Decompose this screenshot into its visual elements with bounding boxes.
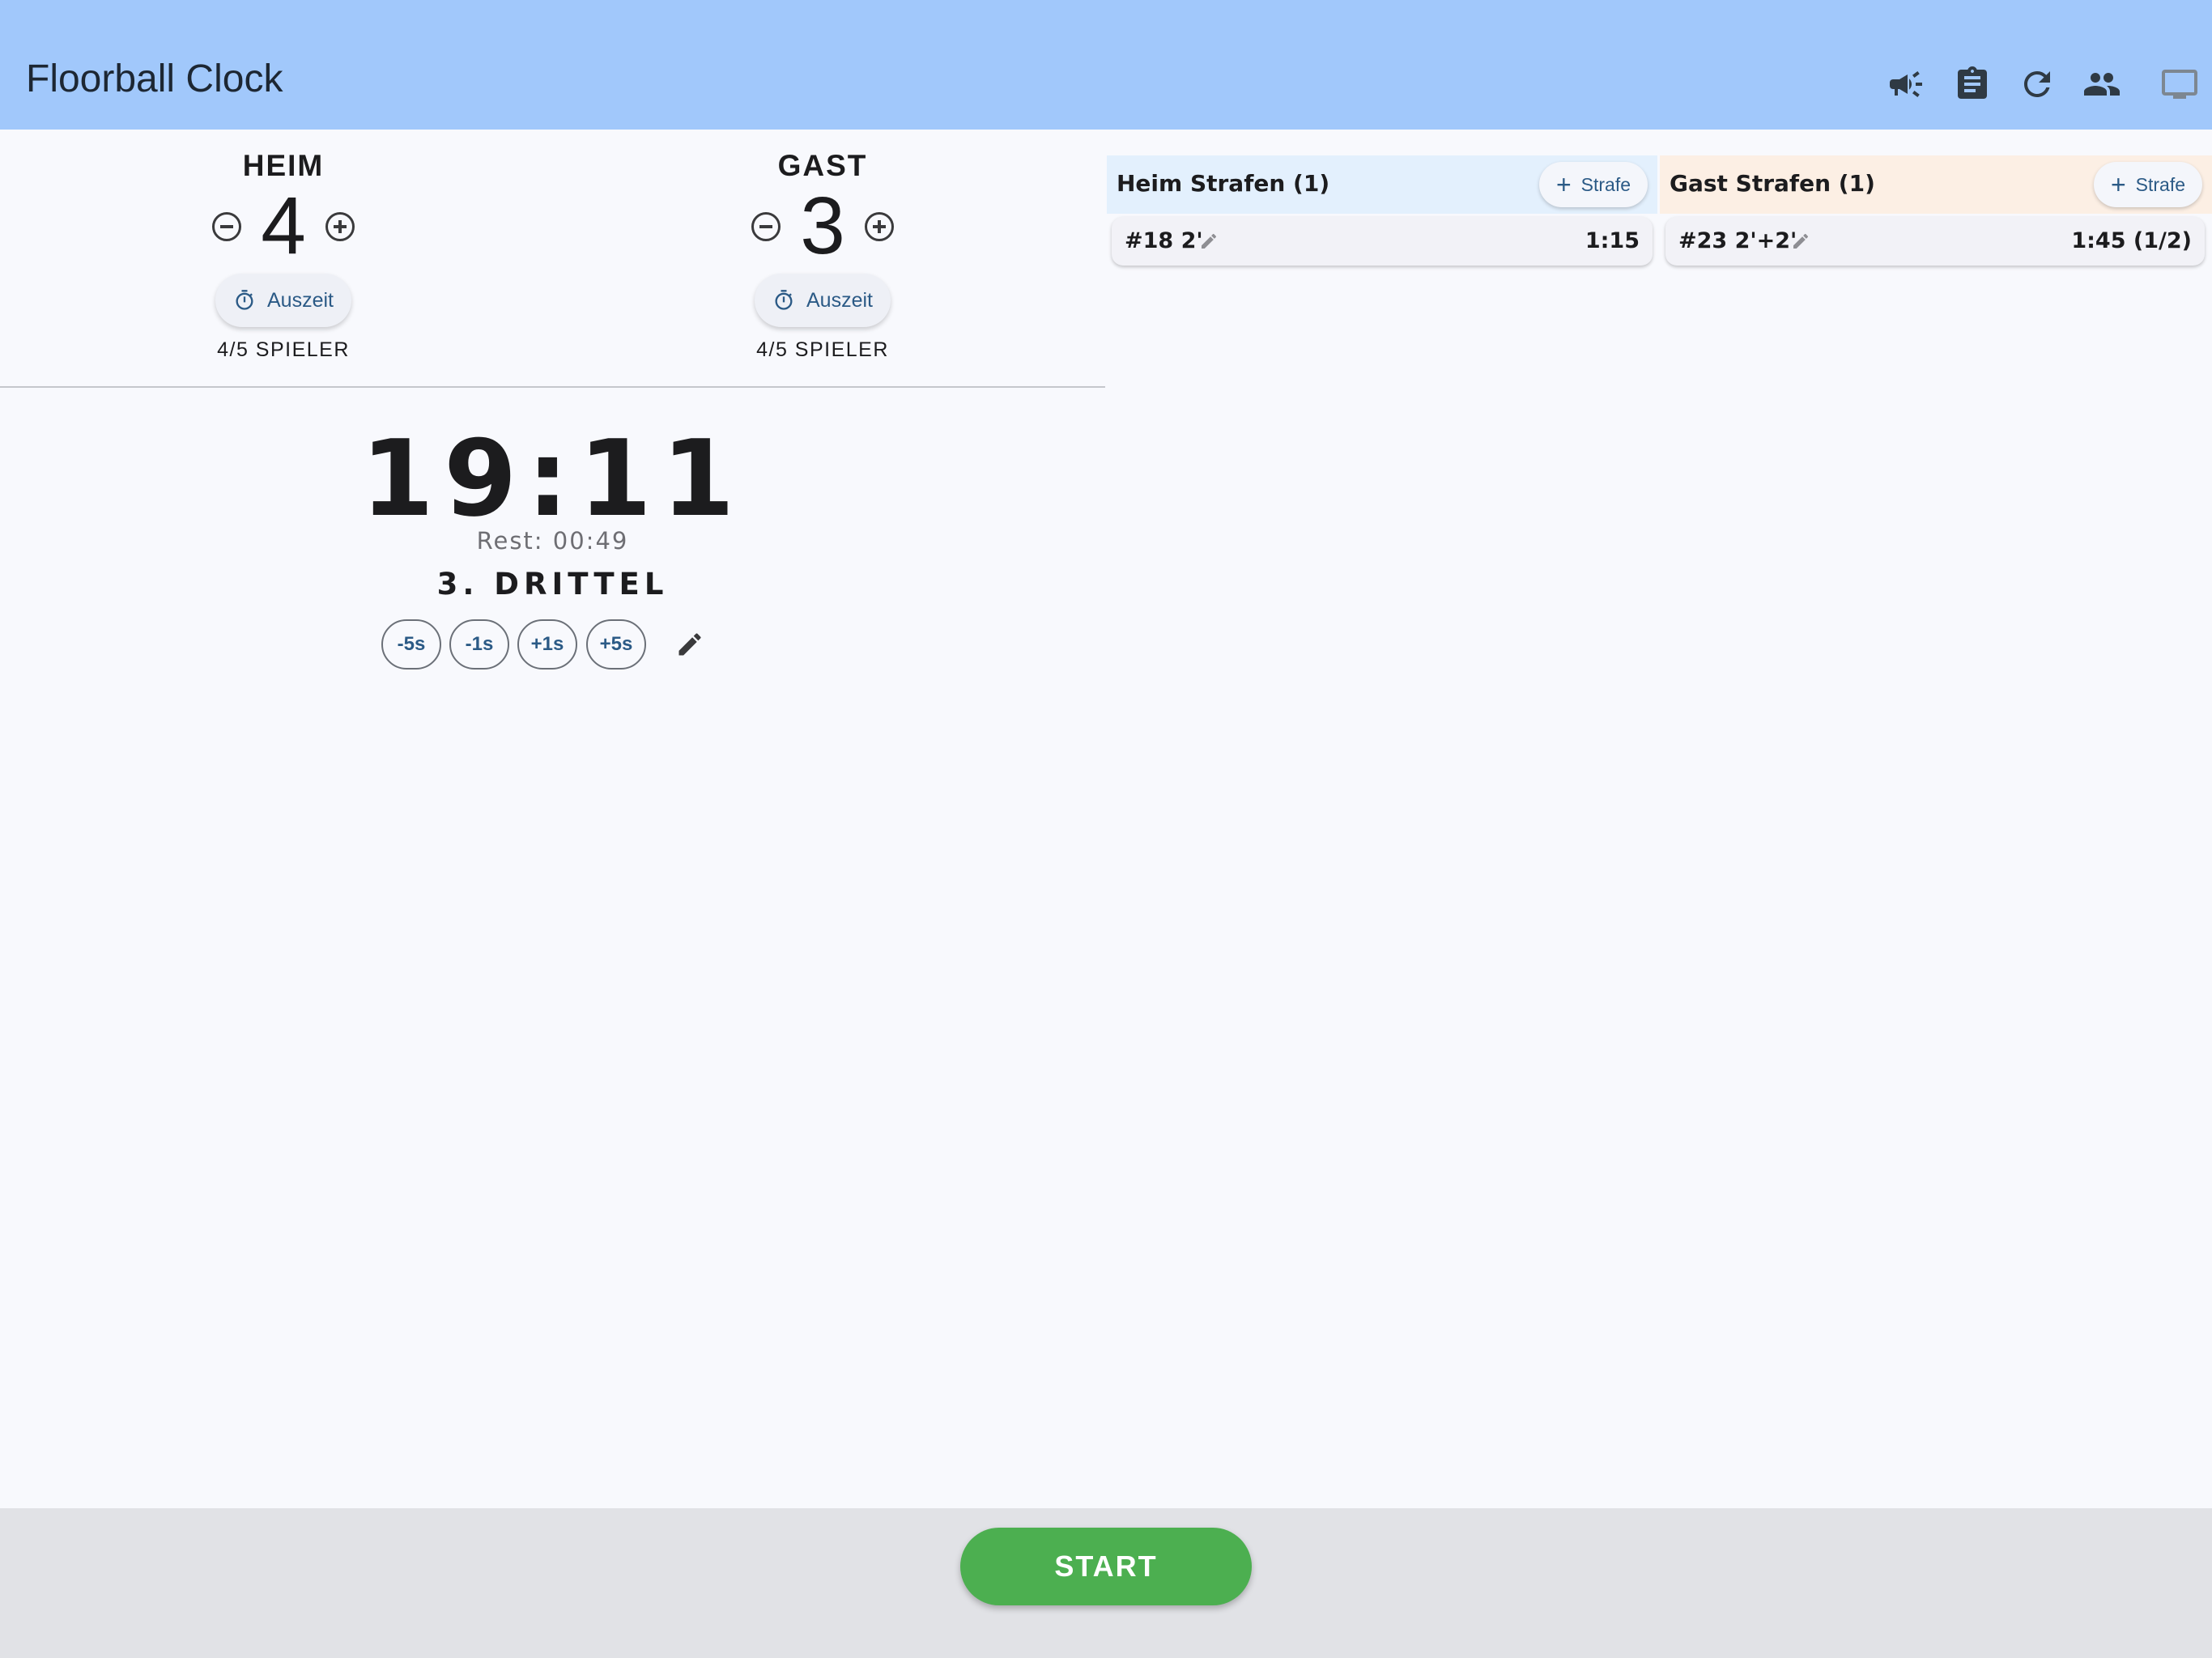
home-timeout-label: Auszeit	[267, 288, 334, 312]
megaphone-icon[interactable]	[1885, 63, 1927, 105]
away-penalty-player: #23 2'+2'	[1678, 228, 1797, 253]
away-team-name: GAST	[777, 149, 868, 182]
home-score-increment-icon[interactable]	[325, 212, 355, 241]
home-penalty-time: 1:15	[1585, 228, 1640, 253]
away-timeout-label: Auszeit	[806, 288, 873, 312]
adjust-minus-1s-button[interactable]: -1s	[449, 619, 509, 670]
away-penalty-time: 1:45 (1/2)	[2071, 228, 2192, 253]
add-home-penalty-button[interactable]: + Strafe	[1539, 162, 1648, 207]
home-team-name: HEIM	[242, 149, 325, 182]
monitor-icon[interactable]	[2159, 63, 2201, 105]
plus-icon: +	[1555, 170, 1572, 199]
home-penalty-item[interactable]: #18 2' 1:15	[1112, 217, 1653, 266]
start-button[interactable]: START	[960, 1528, 1252, 1605]
edit-penalty-icon[interactable]	[1791, 232, 1810, 251]
away-penalties-title: Gast Strafen (1)	[1670, 170, 1875, 197]
period-label: 3. DRITTEL	[436, 567, 669, 602]
away-timeout-button[interactable]: Auszeit	[755, 274, 891, 327]
home-timeout-button[interactable]: Auszeit	[215, 274, 351, 327]
away-score-row: 3	[661, 181, 985, 270]
bottom-bar: START	[0, 1508, 2212, 1658]
plus-icon: +	[2110, 170, 2126, 199]
home-penalty-player: #18 2'	[1125, 228, 1203, 253]
stopwatch-icon	[236, 290, 253, 310]
clipboard-icon[interactable]	[1951, 63, 1993, 105]
game-pane: HEIM 4 Auszeit 4/5 SPIELER GAST 3 Auszei…	[0, 130, 1105, 1508]
edit-clock-icon[interactable]	[675, 630, 704, 659]
away-penalties-header: Gast Strafen (1) + Strafe	[1660, 155, 2212, 214]
home-players: 4/5 SPIELER	[217, 338, 350, 361]
stopwatch-icon	[775, 290, 793, 310]
divider	[0, 386, 1105, 388]
app-bar: Floorball Clock	[0, 0, 2212, 130]
home-penalties-title: Heim Strafen (1)	[1117, 170, 1330, 197]
home-score-row: 4	[121, 181, 445, 270]
adjust-minus-5s-button[interactable]: -5s	[381, 619, 441, 670]
app-title: Floorball Clock	[26, 57, 283, 100]
away-players: 4/5 SPIELER	[756, 338, 889, 361]
away-score-increment-icon[interactable]	[865, 212, 894, 241]
game-clock: 19:11	[360, 417, 745, 540]
refresh-icon[interactable]	[2016, 63, 2058, 105]
people-icon[interactable]	[2081, 63, 2123, 105]
adjust-plus-1s-button[interactable]: +1s	[517, 619, 577, 670]
home-penalties-header: Heim Strafen (1) + Strafe	[1107, 155, 1657, 214]
adjust-plus-5s-button[interactable]: +5s	[586, 619, 646, 670]
edit-penalty-icon[interactable]	[1199, 232, 1219, 251]
add-away-penalty-button[interactable]: + Strafe	[2094, 162, 2202, 207]
add-away-penalty-label: Strafe	[2135, 173, 2186, 195]
add-home-penalty-label: Strafe	[1580, 173, 1631, 195]
away-penalty-item[interactable]: #23 2'+2' 1:45 (1/2)	[1665, 217, 2205, 266]
remaining-time: Rest: 00:49	[476, 527, 629, 555]
